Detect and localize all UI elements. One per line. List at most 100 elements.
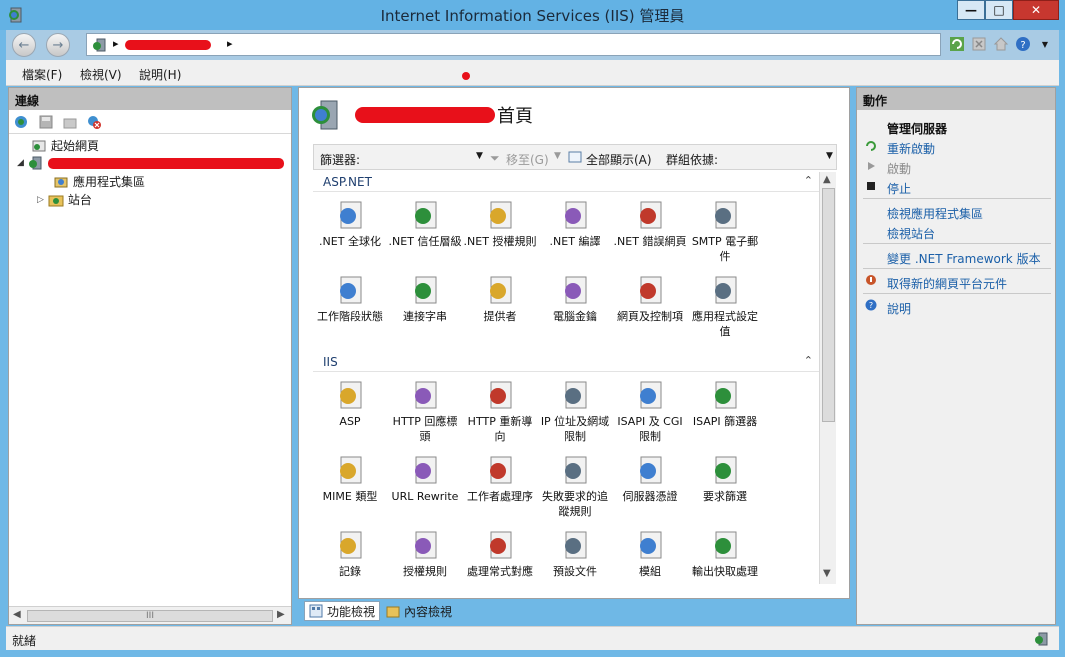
maximize-button[interactable]: □ bbox=[985, 0, 1013, 20]
feature-label: 處理常式對應 bbox=[467, 565, 533, 578]
show-all-button[interactable]: 全部顯示(A) bbox=[586, 151, 652, 168]
up-folder-icon[interactable] bbox=[61, 113, 79, 131]
scroll-up-icon[interactable]: ▲ bbox=[823, 174, 831, 185]
go-dropdown-icon[interactable]: ▼ bbox=[554, 151, 561, 161]
home-icon[interactable] bbox=[992, 35, 1010, 53]
tab-label: 功能檢視 bbox=[327, 604, 376, 619]
filter-dropdown-icon[interactable]: ▼ bbox=[476, 151, 483, 161]
feature-item[interactable]: .NET 編譯 bbox=[538, 198, 612, 249]
collapse-icon[interactable]: ⌃ bbox=[804, 354, 813, 367]
forward-button[interactable]: → bbox=[46, 33, 70, 57]
feature-item[interactable]: HTTP 回應標頭 bbox=[388, 378, 462, 444]
feature-item[interactable]: 伺服器憑證 bbox=[613, 453, 687, 504]
collapse-icon[interactable]: ⌃ bbox=[804, 174, 813, 187]
connect-icon[interactable] bbox=[13, 113, 31, 131]
hscroll-thumb[interactable]: III bbox=[27, 610, 273, 622]
close-button[interactable]: ✕ bbox=[1013, 0, 1059, 20]
filter-input[interactable] bbox=[374, 148, 484, 166]
feature-item[interactable]: 應用程式設定值 bbox=[688, 273, 762, 339]
feature-item[interactable]: MIME 類型 bbox=[313, 453, 387, 504]
group-by-label[interactable]: 群組依據: bbox=[666, 151, 718, 168]
feature-item[interactable]: HTTP 重新導向 bbox=[463, 378, 537, 444]
view-app-pools-link[interactable]: 檢視應用程式集區 bbox=[887, 205, 983, 222]
refresh-icon[interactable] bbox=[948, 35, 966, 53]
scroll-right-icon[interactable]: ▶ bbox=[277, 609, 285, 620]
view-tabs: 功能檢視 內容檢視 bbox=[298, 600, 850, 624]
go-button[interactable]: 移至(G) bbox=[506, 151, 549, 168]
start-link[interactable]: 啟動 bbox=[887, 160, 911, 177]
change-net-framework-link[interactable]: 變更 .NET Framework 版本 bbox=[887, 250, 1041, 267]
feature-item[interactable]: .NET 信任層級 bbox=[388, 198, 462, 249]
minimize-button[interactable]: — bbox=[957, 0, 985, 20]
disconnect-icon[interactable] bbox=[85, 113, 103, 131]
group-header[interactable]: ASP.NET ⌃ bbox=[313, 174, 819, 192]
feature-item[interactable]: 工作者處理序 bbox=[463, 453, 537, 504]
group-by-dropdown-icon[interactable]: ▼ bbox=[826, 151, 833, 161]
stop-link[interactable]: 停止 bbox=[887, 180, 911, 197]
stop-icon[interactable] bbox=[970, 35, 988, 53]
features-vscrollbar[interactable]: ▲ ▼ bbox=[819, 172, 836, 584]
connections-tree: 起始網頁 ◢ 應用程式集區 ▷ 站台 bbox=[9, 134, 291, 604]
feature-item[interactable]: IP 位址及網域限制 bbox=[538, 378, 612, 444]
feature-item[interactable]: 授權規則 bbox=[388, 528, 462, 579]
show-all-icon[interactable] bbox=[568, 151, 584, 168]
feature-item[interactable]: 失敗要求的追蹤規則 bbox=[538, 453, 612, 519]
restart-link[interactable]: 重新啟動 bbox=[887, 140, 935, 157]
feature-icon bbox=[415, 276, 437, 304]
feature-item[interactable]: 網頁及控制項 bbox=[613, 273, 687, 324]
feature-label: .NET 編譯 bbox=[549, 235, 601, 248]
feature-item[interactable]: 預設文件 bbox=[538, 528, 612, 579]
feature-item[interactable]: ISAPI 及 CGI 限制 bbox=[613, 378, 687, 444]
tree-item-start-page[interactable]: 起始網頁 bbox=[31, 137, 99, 154]
menu-help[interactable]: 說明(H) bbox=[139, 66, 181, 83]
feature-item[interactable]: .NET 授權規則 bbox=[463, 198, 537, 249]
help-icon[interactable]: ? bbox=[1014, 35, 1032, 53]
feature-item[interactable]: 連接字串 bbox=[388, 273, 462, 324]
feature-item[interactable]: 處理常式對應 bbox=[463, 528, 537, 579]
feature-item[interactable]: 模組 bbox=[613, 528, 687, 579]
feature-item[interactable]: .NET 全球化 bbox=[313, 198, 387, 249]
tree-item-server[interactable]: ◢ bbox=[17, 155, 284, 171]
feature-label: 失敗要求的追蹤規則 bbox=[542, 490, 608, 518]
feature-item[interactable]: ASP bbox=[313, 378, 387, 429]
feature-item[interactable]: 電腦金鑰 bbox=[538, 273, 612, 324]
red-mark bbox=[462, 72, 470, 80]
feature-item[interactable]: URL Rewrite bbox=[388, 453, 462, 504]
feature-item[interactable]: SMTP 電子郵件 bbox=[688, 198, 762, 264]
connections-hscrollbar[interactable]: ◀ III ▶ bbox=[9, 606, 291, 624]
help-dropdown-icon[interactable]: ▼ bbox=[1036, 35, 1054, 53]
feature-item[interactable]: 工作階段狀態 bbox=[313, 273, 387, 324]
server-icon bbox=[28, 156, 42, 170]
breadcrumb-separator-icon[interactable]: ▸ bbox=[227, 37, 233, 50]
menu-view[interactable]: 檢視(V) bbox=[80, 66, 122, 83]
feature-item[interactable]: 輸出快取處理 bbox=[688, 528, 762, 579]
feature-item[interactable]: 記錄 bbox=[313, 528, 387, 579]
view-sites-link[interactable]: 檢視站台 bbox=[887, 225, 935, 242]
tree-expanded-icon[interactable]: ◢ bbox=[17, 158, 24, 168]
save-icon[interactable] bbox=[37, 113, 55, 131]
scroll-down-icon[interactable]: ▼ bbox=[823, 568, 831, 579]
feature-item[interactable]: .NET 錯誤網頁 bbox=[613, 198, 687, 249]
feature-item[interactable]: 提供者 bbox=[463, 273, 537, 324]
features-view-icon bbox=[309, 604, 323, 618]
address-field[interactable]: ▸ ▸ bbox=[86, 33, 941, 56]
manage-server-heading: 管理伺服器 bbox=[887, 122, 948, 136]
tree-collapsed-icon[interactable]: ▷ bbox=[37, 195, 44, 205]
feature-label: HTTP 回應標頭 bbox=[392, 415, 458, 443]
group-header[interactable]: IIS ⌃ bbox=[313, 354, 819, 372]
menu-file[interactable]: 檔案(F) bbox=[22, 66, 62, 83]
back-button[interactable]: ← bbox=[12, 33, 36, 57]
scroll-left-icon[interactable]: ◀ bbox=[13, 609, 21, 620]
feature-item[interactable]: 要求篩選 bbox=[688, 453, 762, 504]
funnel-icon[interactable]: ⏷ bbox=[490, 151, 500, 166]
feature-label: 提供者 bbox=[483, 310, 517, 323]
feature-item[interactable]: ISAPI 篩選器 bbox=[688, 378, 762, 429]
divider bbox=[863, 198, 1051, 199]
tree-item-sites[interactable]: ▷ 站台 bbox=[37, 191, 92, 208]
tab-content-view[interactable]: 內容檢視 bbox=[382, 601, 456, 621]
vscroll-thumb[interactable] bbox=[822, 188, 835, 422]
tab-features-view[interactable]: 功能檢視 bbox=[304, 601, 381, 621]
get-new-components-link[interactable]: 取得新的網頁平台元件 bbox=[887, 275, 1007, 292]
tree-item-app-pools[interactable]: 應用程式集區 bbox=[53, 173, 145, 190]
help-link[interactable]: 說明 bbox=[887, 300, 911, 317]
